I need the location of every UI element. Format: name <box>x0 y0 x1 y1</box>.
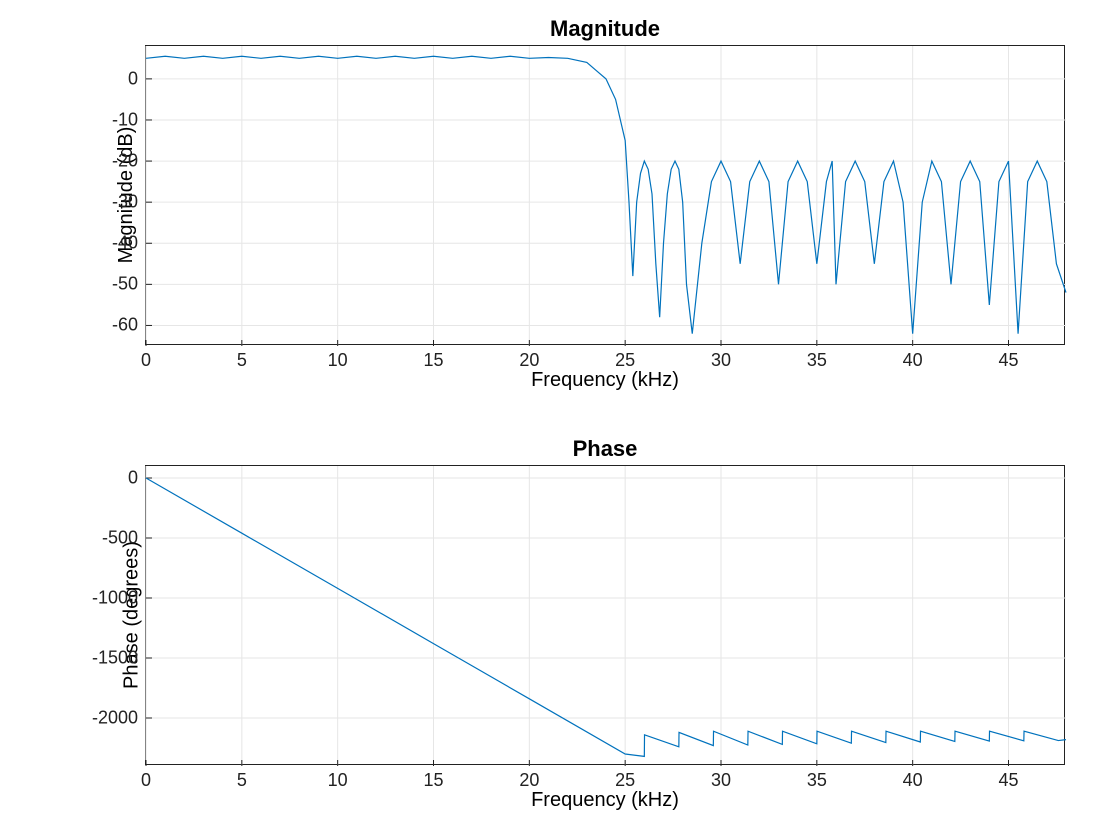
xtick-label: 10 <box>328 770 348 791</box>
axes-phase: Phase Frequency (kHz) Phase (degrees) 05… <box>145 465 1065 765</box>
xtick-label: 20 <box>519 770 539 791</box>
chart-title-magnitude: Magnitude <box>146 16 1064 42</box>
xtick-label: 30 <box>711 770 731 791</box>
ytick-label: -500 <box>102 528 138 549</box>
xtick-label: 25 <box>615 770 635 791</box>
xtick-label: 15 <box>423 770 443 791</box>
ytick-label: -40 <box>112 233 138 254</box>
figure: Magnitude Frequency (kHz) Magnitude (dB)… <box>0 0 1120 840</box>
xtick-label: 0 <box>141 770 151 791</box>
xtick-label: 25 <box>615 350 635 371</box>
plot-svg-phase <box>146 466 1066 766</box>
ytick-label: -50 <box>112 274 138 295</box>
plot-svg-magnitude <box>146 46 1066 346</box>
ytick-label: -30 <box>112 192 138 213</box>
ytick-label: -10 <box>112 109 138 130</box>
ytick-label: -20 <box>112 151 138 172</box>
xtick-label: 5 <box>237 350 247 371</box>
xtick-label: 0 <box>141 350 151 371</box>
xlabel-magnitude: Frequency (kHz) <box>146 369 1064 392</box>
xtick-label: 35 <box>807 770 827 791</box>
chart-title-phase: Phase <box>146 436 1064 462</box>
ytick-label: 0 <box>128 468 138 489</box>
ytick-label: -60 <box>112 315 138 336</box>
xtick-label: 45 <box>998 770 1018 791</box>
ytick-label: -1000 <box>92 588 138 609</box>
axes-magnitude: Magnitude Frequency (kHz) Magnitude (dB)… <box>145 45 1065 345</box>
xlabel-phase: Frequency (kHz) <box>146 789 1064 812</box>
xtick-label: 15 <box>423 350 443 371</box>
ytick-label: -1500 <box>92 648 138 669</box>
xtick-label: 35 <box>807 350 827 371</box>
xtick-label: 40 <box>903 770 923 791</box>
ytick-label: -2000 <box>92 708 138 729</box>
xtick-label: 40 <box>903 350 923 371</box>
xtick-label: 20 <box>519 350 539 371</box>
xtick-label: 45 <box>998 350 1018 371</box>
xtick-label: 30 <box>711 350 731 371</box>
xtick-label: 5 <box>237 770 247 791</box>
xtick-label: 10 <box>328 350 348 371</box>
ytick-label: 0 <box>128 68 138 89</box>
